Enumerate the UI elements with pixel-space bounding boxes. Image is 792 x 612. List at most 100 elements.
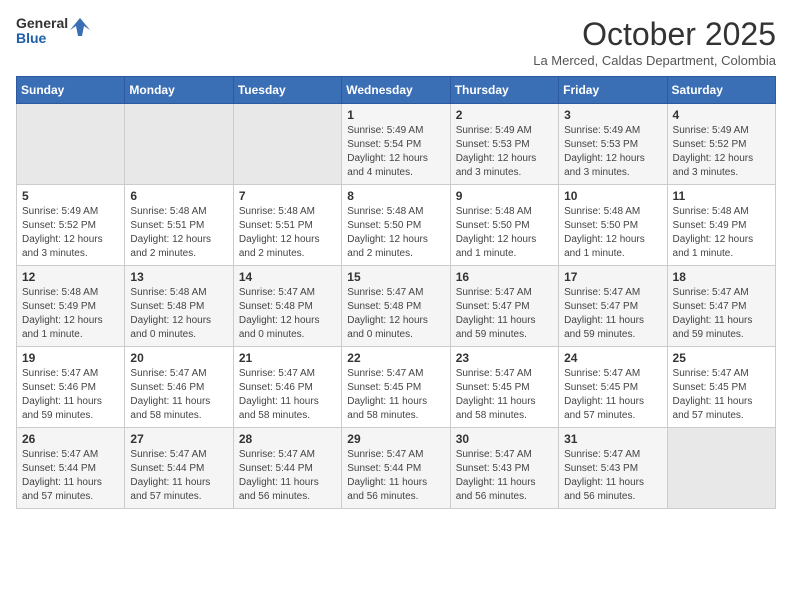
day-info: Sunrise: 5:47 AM Sunset: 5:44 PM Dayligh… — [130, 448, 227, 504]
day-cell: 22 Sunrise: 5:47 AM Sunset: 5:45 PM Dayli… — [342, 347, 450, 428]
logo-mark: General Blue — [16, 16, 90, 47]
day-info: Sunrise: 5:48 AM Sunset: 5:51 PM Dayligh… — [130, 205, 227, 261]
day-number: 7 — [239, 189, 336, 203]
header-thursday: Thursday — [450, 77, 558, 104]
day-cell: 18 Sunrise: 5:47 AM Sunset: 5:47 PM Dayli… — [667, 266, 775, 347]
header-saturday: Saturday — [667, 77, 775, 104]
location: La Merced, Caldas Department, Colombia — [533, 53, 776, 68]
week-row-5: 26 Sunrise: 5:47 AM Sunset: 5:44 PM Dayli… — [17, 428, 776, 509]
title-block: October 2025 La Merced, Caldas Departmen… — [533, 16, 776, 68]
day-cell: 20 Sunrise: 5:47 AM Sunset: 5:46 PM Dayli… — [125, 347, 233, 428]
day-cell: 29Sunrise: 5:47 AM Sunset: 5:44 PM Dayli… — [342, 428, 450, 509]
day-cell — [17, 104, 125, 185]
day-cell: 4Sunrise: 5:49 AM Sunset: 5:52 PM Daylig… — [667, 104, 775, 185]
day-number: 13 — [130, 270, 227, 284]
day-cell: 12Sunrise: 5:48 AM Sunset: 5:49 PM Dayli… — [17, 266, 125, 347]
header-sunday: Sunday — [17, 77, 125, 104]
week-row-2: 5 Sunrise: 5:49 AM Sunset: 5:52 PM Daylig… — [17, 185, 776, 266]
day-info: Sunrise: 5:48 AM Sunset: 5:50 PM Dayligh… — [456, 205, 553, 261]
day-number: 3 — [564, 108, 661, 122]
day-info: Sunrise: 5:47 AM Sunset: 5:45 PM Dayligh… — [673, 367, 770, 423]
day-cell: 27 Sunrise: 5:47 AM Sunset: 5:44 PM Dayli… — [125, 428, 233, 509]
day-number: 24 — [564, 351, 661, 365]
day-cell: 23Sunrise: 5:47 AM Sunset: 5:45 PM Dayli… — [450, 347, 558, 428]
day-number: 8 — [347, 189, 444, 203]
day-number: 16 — [456, 270, 553, 284]
day-cell: 28 Sunrise: 5:47 AM Sunset: 5:44 PM Dayli… — [233, 428, 341, 509]
day-cell: 26 Sunrise: 5:47 AM Sunset: 5:44 PM Dayli… — [17, 428, 125, 509]
header-tuesday: Tuesday — [233, 77, 341, 104]
day-number: 17 — [564, 270, 661, 284]
day-info: Sunrise: 5:49 AM Sunset: 5:53 PM Dayligh… — [564, 124, 661, 180]
day-info: Sunrise: 5:47 AM Sunset: 5:44 PM Dayligh… — [22, 448, 119, 504]
day-info: Sunrise: 5:47 AM Sunset: 5:44 PM Dayligh… — [347, 448, 444, 504]
day-number: 20 — [130, 351, 227, 365]
day-cell: 3 Sunrise: 5:49 AM Sunset: 5:53 PM Daylig… — [559, 104, 667, 185]
logo: General Blue — [16, 16, 90, 47]
day-info: Sunrise: 5:47 AM Sunset: 5:43 PM Dayligh… — [564, 448, 661, 504]
day-cell — [667, 428, 775, 509]
day-cell: 15 Sunrise: 5:47 AM Sunset: 5:48 PM Dayli… — [342, 266, 450, 347]
week-row-4: 19Sunrise: 5:47 AM Sunset: 5:46 PM Dayli… — [17, 347, 776, 428]
day-number: 18 — [673, 270, 770, 284]
day-cell: 16 Sunrise: 5:47 AM Sunset: 5:47 PM Dayli… — [450, 266, 558, 347]
day-number: 4 — [673, 108, 770, 122]
day-number: 5 — [22, 189, 119, 203]
day-cell: 8Sunrise: 5:48 AM Sunset: 5:50 PM Daylig… — [342, 185, 450, 266]
day-cell: 6Sunrise: 5:48 AM Sunset: 5:51 PM Daylig… — [125, 185, 233, 266]
day-number: 22 — [347, 351, 444, 365]
header-row: SundayMondayTuesdayWednesdayThursdayFrid… — [17, 77, 776, 104]
day-cell: 2 Sunrise: 5:49 AM Sunset: 5:53 PM Daylig… — [450, 104, 558, 185]
day-info: Sunrise: 5:47 AM Sunset: 5:47 PM Dayligh… — [456, 286, 553, 342]
day-info: Sunrise: 5:47 AM Sunset: 5:48 PM Dayligh… — [347, 286, 444, 342]
day-info: Sunrise: 5:47 AM Sunset: 5:45 PM Dayligh… — [564, 367, 661, 423]
day-info: Sunrise: 5:47 AM Sunset: 5:48 PM Dayligh… — [239, 286, 336, 342]
day-cell — [125, 104, 233, 185]
day-cell: 14Sunrise: 5:47 AM Sunset: 5:48 PM Dayli… — [233, 266, 341, 347]
day-info: Sunrise: 5:49 AM Sunset: 5:53 PM Dayligh… — [456, 124, 553, 180]
day-info: Sunrise: 5:48 AM Sunset: 5:51 PM Dayligh… — [239, 205, 336, 261]
day-cell: 11 Sunrise: 5:48 AM Sunset: 5:49 PM Dayli… — [667, 185, 775, 266]
day-number: 11 — [673, 189, 770, 203]
day-number: 27 — [130, 432, 227, 446]
page-header: General Blue October 2025 La Merced, Cal… — [16, 16, 776, 68]
logo-general: General — [16, 16, 68, 31]
day-cell: 7 Sunrise: 5:48 AM Sunset: 5:51 PM Daylig… — [233, 185, 341, 266]
day-info: Sunrise: 5:47 AM Sunset: 5:46 PM Dayligh… — [239, 367, 336, 423]
day-number: 2 — [456, 108, 553, 122]
logo-bird-icon — [70, 16, 90, 46]
day-number: 9 — [456, 189, 553, 203]
day-number: 10 — [564, 189, 661, 203]
day-info: Sunrise: 5:48 AM Sunset: 5:48 PM Dayligh… — [130, 286, 227, 342]
day-cell: 5 Sunrise: 5:49 AM Sunset: 5:52 PM Daylig… — [17, 185, 125, 266]
day-number: 26 — [22, 432, 119, 446]
day-cell: 21 Sunrise: 5:47 AM Sunset: 5:46 PM Dayli… — [233, 347, 341, 428]
day-cell: 17Sunrise: 5:47 AM Sunset: 5:47 PM Dayli… — [559, 266, 667, 347]
day-info: Sunrise: 5:47 AM Sunset: 5:47 PM Dayligh… — [673, 286, 770, 342]
day-info: Sunrise: 5:47 AM Sunset: 5:44 PM Dayligh… — [239, 448, 336, 504]
day-number: 28 — [239, 432, 336, 446]
day-info: Sunrise: 5:47 AM Sunset: 5:45 PM Dayligh… — [456, 367, 553, 423]
day-cell: 1Sunrise: 5:49 AM Sunset: 5:54 PM Daylig… — [342, 104, 450, 185]
day-number: 21 — [239, 351, 336, 365]
month-title: October 2025 — [533, 16, 776, 53]
day-info: Sunrise: 5:47 AM Sunset: 5:45 PM Dayligh… — [347, 367, 444, 423]
day-number: 25 — [673, 351, 770, 365]
day-cell: 31 Sunrise: 5:47 AM Sunset: 5:43 PM Dayli… — [559, 428, 667, 509]
day-cell: 30Sunrise: 5:47 AM Sunset: 5:43 PM Dayli… — [450, 428, 558, 509]
day-number: 30 — [456, 432, 553, 446]
day-info: Sunrise: 5:49 AM Sunset: 5:52 PM Dayligh… — [22, 205, 119, 261]
week-row-3: 12Sunrise: 5:48 AM Sunset: 5:49 PM Dayli… — [17, 266, 776, 347]
day-cell: 9 Sunrise: 5:48 AM Sunset: 5:50 PM Daylig… — [450, 185, 558, 266]
day-cell — [233, 104, 341, 185]
calendar-table: SundayMondayTuesdayWednesdayThursdayFrid… — [16, 76, 776, 509]
day-number: 1 — [347, 108, 444, 122]
day-number: 31 — [564, 432, 661, 446]
day-number: 15 — [347, 270, 444, 284]
week-row-1: 1Sunrise: 5:49 AM Sunset: 5:54 PM Daylig… — [17, 104, 776, 185]
day-info: Sunrise: 5:47 AM Sunset: 5:46 PM Dayligh… — [130, 367, 227, 423]
header-wednesday: Wednesday — [342, 77, 450, 104]
day-cell: 24 Sunrise: 5:47 AM Sunset: 5:45 PM Dayli… — [559, 347, 667, 428]
day-cell: 10Sunrise: 5:48 AM Sunset: 5:50 PM Dayli… — [559, 185, 667, 266]
day-info: Sunrise: 5:48 AM Sunset: 5:49 PM Dayligh… — [673, 205, 770, 261]
